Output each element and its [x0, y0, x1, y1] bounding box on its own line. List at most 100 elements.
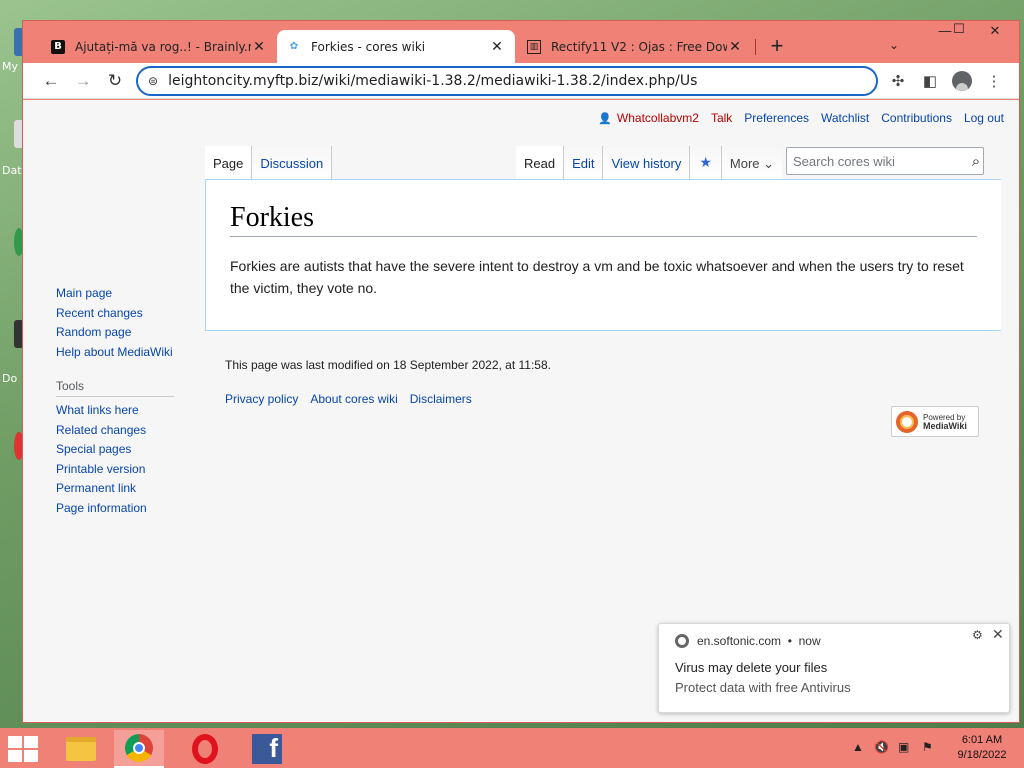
notification-domain: en.softonic.com: [697, 634, 782, 648]
action-center-icon[interactable]: ⚑: [922, 740, 933, 754]
contributions-link[interactable]: Contributions: [881, 111, 952, 125]
volume-muted-icon[interactable]: 🔇: [874, 740, 889, 754]
tab-title: Forkies - cores wiki: [311, 39, 426, 54]
tab-read[interactable]: Read: [516, 146, 565, 179]
tab-title: Rectify11 V2 : Ojas : Free Downlo: [551, 39, 727, 54]
talk-link[interactable]: Talk: [711, 111, 732, 125]
tab-search-chevron-icon[interactable]: ⌄: [889, 38, 899, 52]
watchlist-link[interactable]: Watchlist: [821, 111, 869, 125]
search-input[interactable]: [793, 153, 969, 169]
notification-dot: •: [781, 634, 799, 648]
article-content: Forkies Forkies are autists that have th…: [205, 179, 1001, 331]
wiki-icon: ✿: [289, 41, 299, 52]
tab-edit[interactable]: Edit: [564, 146, 604, 179]
tab-forkies[interactable]: ✿ Forkies - cores wiki ✕: [277, 30, 515, 63]
privacy-policy-link[interactable]: Privacy policy: [225, 392, 298, 406]
chrome-icon: [125, 734, 153, 762]
tab-discussion[interactable]: Discussion: [252, 146, 333, 179]
taskbar-chrome[interactable]: [114, 730, 164, 768]
mediawiki-line: MediaWiki: [923, 420, 967, 431]
profile-avatar-icon[interactable]: [951, 70, 973, 92]
desktop-icon-label: Do: [2, 372, 18, 385]
close-icon[interactable]: ✕: [992, 626, 1004, 643]
tray-chevron-up-icon[interactable]: ▲: [852, 740, 864, 754]
user-link[interactable]: 👤 Whatcollabvm2: [598, 111, 699, 125]
close-tab-icon[interactable]: ✕: [251, 39, 267, 55]
chevron-down-icon: ⌄: [763, 156, 775, 171]
mediawiki-logo-icon: [896, 410, 918, 433]
powered-by-mediawiki-badge[interactable]: Powered by MediaWiki: [891, 406, 979, 437]
reload-button[interactable]: ↻: [103, 69, 127, 93]
page-footer: This page was last modified on 18 Septem…: [225, 358, 985, 406]
close-window-button[interactable]: ✕: [981, 23, 1009, 39]
maximize-button[interactable]: ☐: [945, 21, 973, 37]
last-modified-text: This page was last modified on 18 Septem…: [225, 358, 551, 372]
sidebar-item-printable-version[interactable]: Printable version: [56, 460, 186, 480]
back-button[interactable]: ←: [39, 69, 63, 93]
footer-links: Privacy policy About cores wiki Disclaim…: [225, 392, 985, 406]
site-info-icon[interactable]: ⊜: [148, 74, 158, 88]
user-name: Whatcollabvm2: [616, 111, 699, 125]
taskbar-facebook[interactable]: f: [242, 730, 292, 768]
article-body: Forkies are autists that have the severe…: [230, 258, 964, 296]
tab-rectify[interactable]: ▥ Rectify11 V2 : Ojas : Free Downlo ✕: [517, 30, 753, 63]
desktop-icon-label: Dat: [2, 164, 22, 177]
taskbar-clock[interactable]: 6:01 AM 9/18/2022: [948, 733, 1016, 763]
sidebar: Main page Recent changes Random page Hel…: [56, 284, 186, 518]
gear-icon[interactable]: ⚙: [972, 628, 983, 642]
disclaimers-link[interactable]: Disclaimers: [410, 392, 472, 406]
tab-separator: [755, 39, 756, 55]
tab-page[interactable]: Page: [205, 146, 253, 179]
brainly-icon: B: [51, 39, 65, 54]
side-panel-icon[interactable]: ◧: [919, 70, 941, 92]
taskbar-file-explorer[interactable]: [56, 730, 106, 768]
opera-icon: [192, 734, 218, 764]
desktop-icon-label: My: [2, 60, 19, 73]
sidebar-item-permanent-link[interactable]: Permanent link: [56, 479, 186, 499]
more-label: More: [729, 156, 760, 171]
search-icon[interactable]: ⌕: [969, 153, 983, 170]
start-button[interactable]: [8, 736, 38, 762]
menu-kebab-icon[interactable]: ⋮: [983, 70, 1005, 92]
sidebar-item-special-pages[interactable]: Special pages: [56, 440, 186, 460]
powered-by-text: Powered by MediaWiki: [923, 413, 967, 431]
browser-window: B Ajutați-mă va rog..! - Brainly.ro ✕ ✿ …: [22, 20, 1020, 723]
tab-view-history[interactable]: View history: [603, 146, 691, 179]
notification-time: now: [798, 634, 821, 648]
notification-toast[interactable]: en.softonic.com • now ⚙ ✕ Virus may dele…: [658, 623, 1010, 713]
tab-brainly[interactable]: B Ajutați-mă va rog..! - Brainly.ro ✕: [41, 30, 277, 63]
new-tab-button[interactable]: +: [767, 35, 787, 57]
forward-button[interactable]: →: [71, 69, 95, 93]
close-tab-icon[interactable]: ✕: [727, 39, 743, 55]
extensions-icon[interactable]: ✣: [887, 70, 909, 92]
tab-more[interactable]: More ⌄: [721, 146, 783, 179]
view-tabs: Read Edit View history ★ More ⌄: [516, 146, 783, 179]
clock-date: 9/18/2022: [957, 749, 1007, 761]
address-url: leightoncity.myftp.biz/wiki/mediawiki-1.…: [168, 73, 698, 89]
network-icon[interactable]: ▣: [898, 740, 909, 754]
namespace-tabs: Page Discussion: [205, 146, 333, 179]
notification-body: Protect data with free Antivirus: [675, 680, 851, 695]
tab-title: Ajutați-mă va rog..! - Brainly.ro: [75, 39, 251, 54]
notification-source: en.softonic.com • now: [675, 634, 821, 648]
sidebar-item-help[interactable]: Help about MediaWiki: [56, 343, 186, 363]
folder-icon: [66, 737, 96, 761]
about-link[interactable]: About cores wiki: [310, 392, 397, 406]
address-bar[interactable]: ⊜ leightoncity.myftp.biz/wiki/mediawiki-…: [136, 66, 878, 96]
clock-time: 6:01 AM: [961, 734, 1003, 746]
sidebar-item-recent-changes[interactable]: Recent changes: [56, 304, 186, 324]
close-tab-icon[interactable]: ✕: [489, 39, 505, 55]
sidebar-item-random-page[interactable]: Random page: [56, 323, 186, 343]
sidebar-item-page-information[interactable]: Page information: [56, 499, 186, 519]
taskbar-opera[interactable]: [180, 730, 230, 768]
watch-star-icon[interactable]: ★: [690, 146, 722, 179]
sidebar-item-main-page[interactable]: Main page: [56, 284, 186, 304]
user-icon: 👤: [598, 112, 612, 125]
preferences-link[interactable]: Preferences: [744, 111, 809, 125]
sidebar-item-related-changes[interactable]: Related changes: [56, 421, 186, 441]
sidebar-item-what-links-here[interactable]: What links here: [56, 401, 186, 421]
personal-tools: 👤 Whatcollabvm2 Talk Preferences Watchlis…: [586, 111, 1004, 125]
taskbar: f ▲ 🔇 ▣ ⚑ 6:01 AM 9/18/2022: [0, 728, 1024, 768]
logout-link[interactable]: Log out: [964, 111, 1004, 125]
facebook-icon: f: [252, 733, 282, 764]
